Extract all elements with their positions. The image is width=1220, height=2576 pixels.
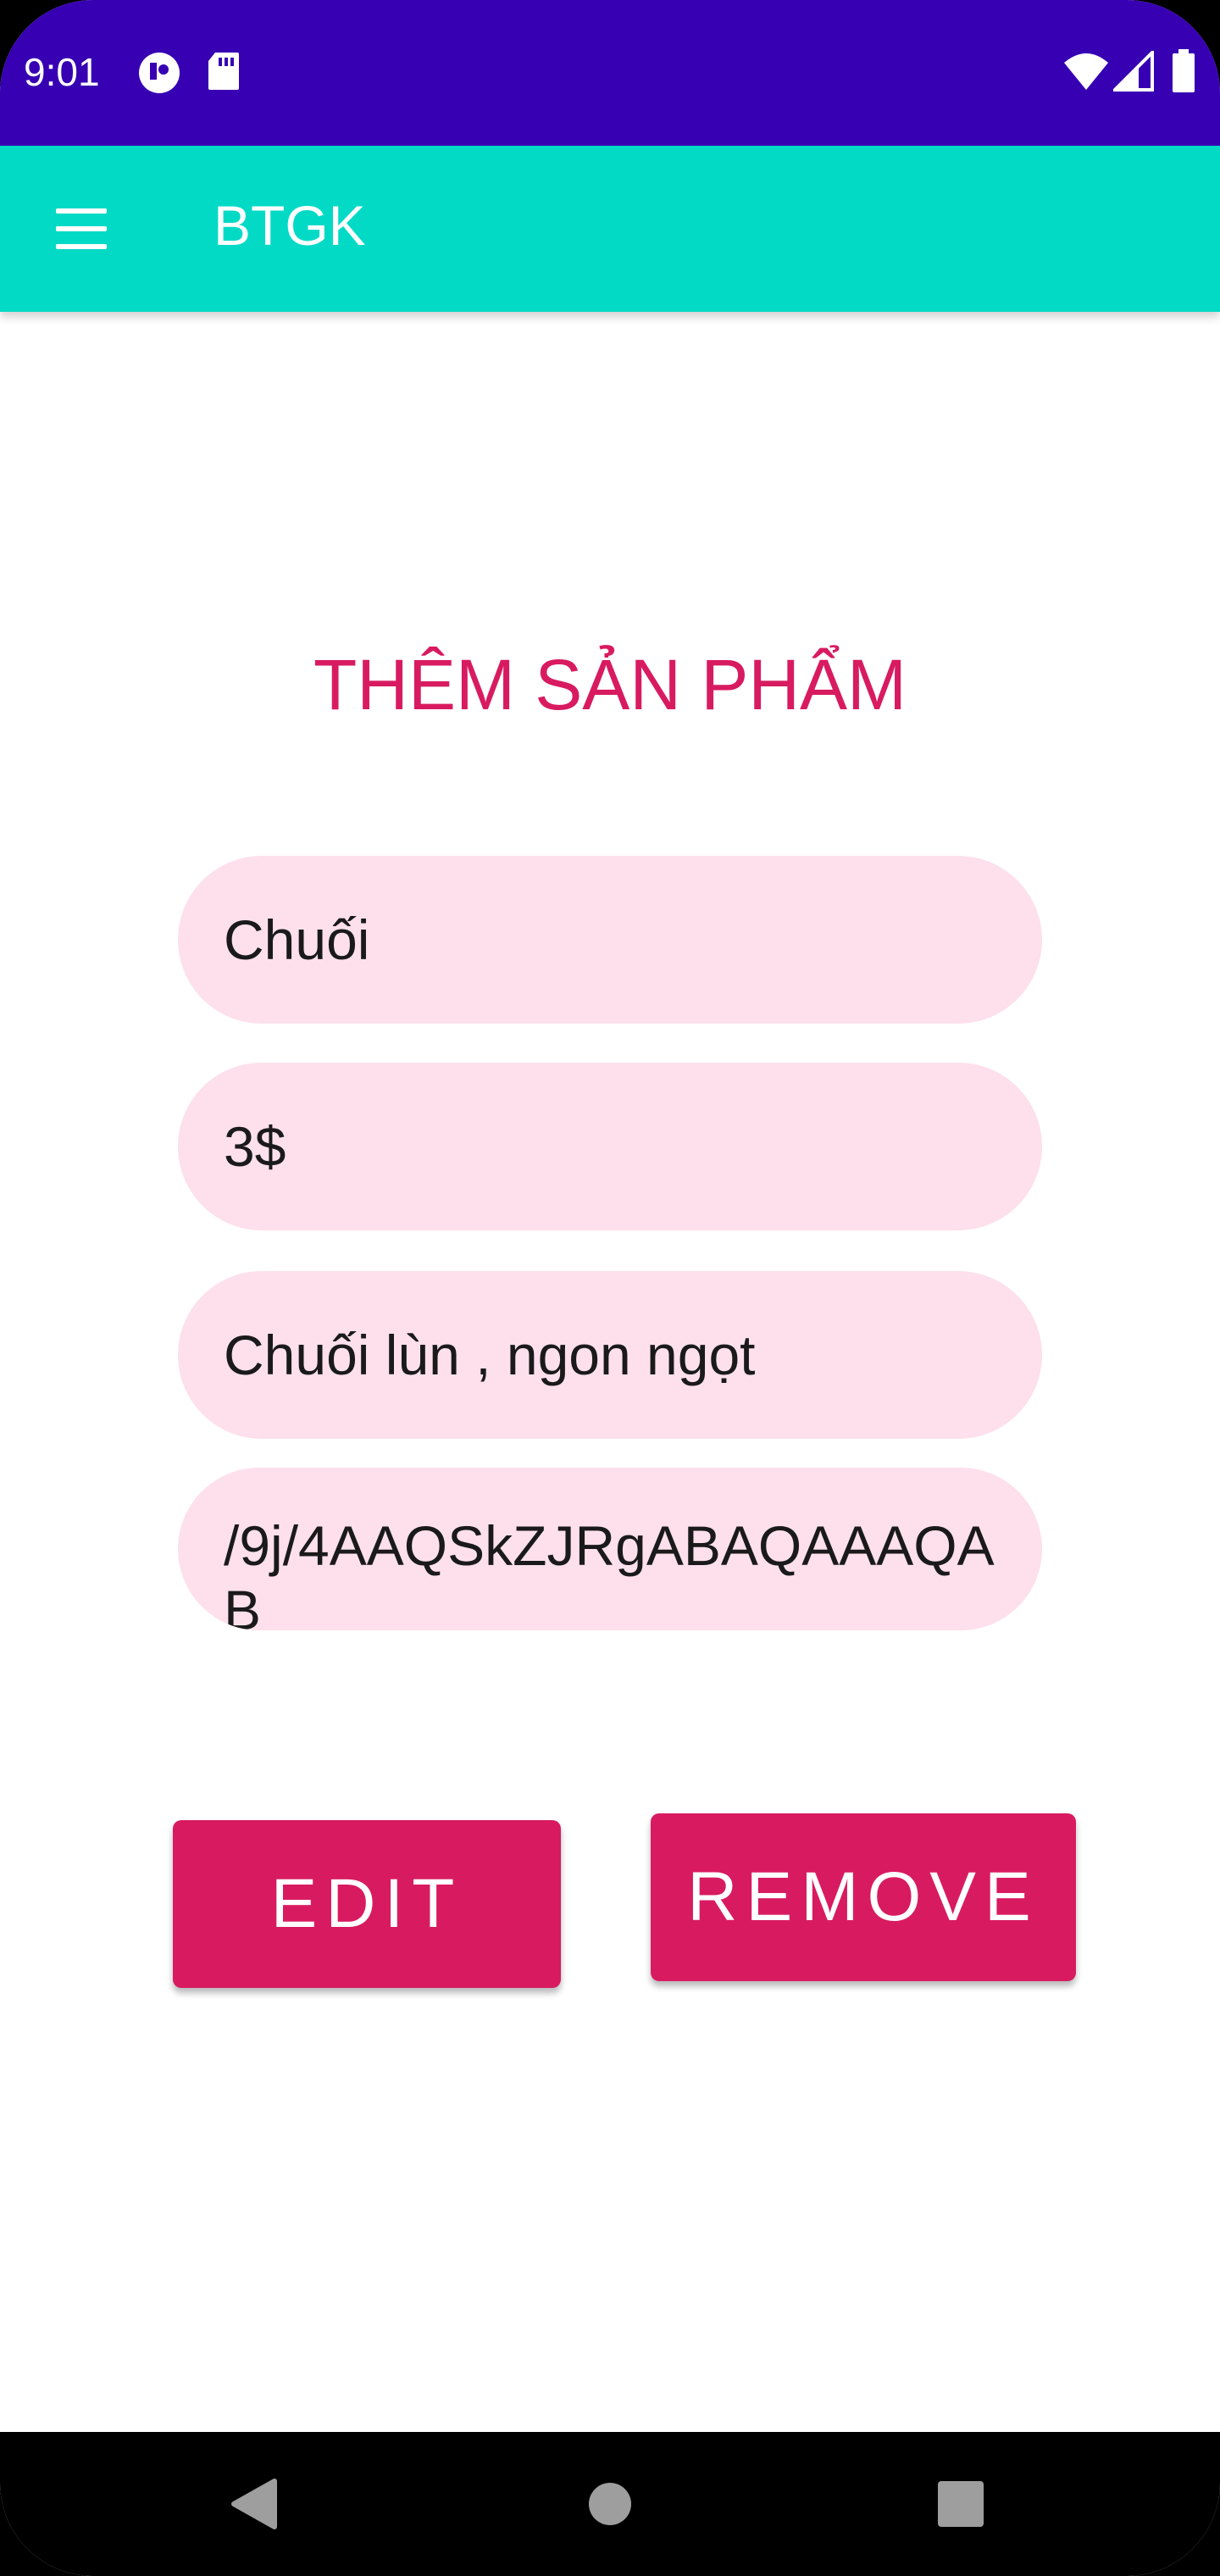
battery-icon <box>1171 49 1196 97</box>
status-bar: 9:01 <box>0 0 1220 146</box>
product-price-field-container <box>178 1063 1042 1230</box>
product-image-field-container: /9j/4AAQSkZJRgABAQAAAQAB <box>178 1468 1042 1630</box>
media-notification-icon <box>137 51 181 99</box>
sd-card-icon <box>207 51 241 96</box>
wifi-icon <box>1062 51 1110 96</box>
cellular-signal-icon <box>1111 48 1154 96</box>
back-icon[interactable] <box>169 2432 339 2576</box>
screen: 9:01 BTGK THÊM SẢN PHẨM Chuối 3$ Chuối l… <box>0 0 1220 2576</box>
product-name-input[interactable] <box>224 856 996 1024</box>
recents-icon[interactable] <box>876 2432 1045 2576</box>
product-price-input[interactable] <box>224 1063 996 1230</box>
app-bar: BTGK <box>0 146 1220 312</box>
page-title: THÊM SẢN PHẨM <box>313 645 907 724</box>
status-time: 9:01 <box>24 50 100 94</box>
product-description-input[interactable] <box>224 1271 996 1439</box>
edit-button[interactable]: EDIT <box>173 1820 561 1988</box>
product-image-input[interactable]: /9j/4AAQSkZJRgABAQAAAQAB <box>224 1513 996 1630</box>
home-icon[interactable] <box>525 2432 695 2576</box>
hamburger-menu-icon[interactable] <box>47 198 115 259</box>
product-description-field-container <box>178 1271 1042 1439</box>
app-title: BTGK <box>214 194 366 257</box>
product-name-field-container <box>178 856 1042 1024</box>
navigation-bar <box>0 2432 1220 2576</box>
remove-button[interactable]: REMOVE <box>651 1813 1076 1981</box>
